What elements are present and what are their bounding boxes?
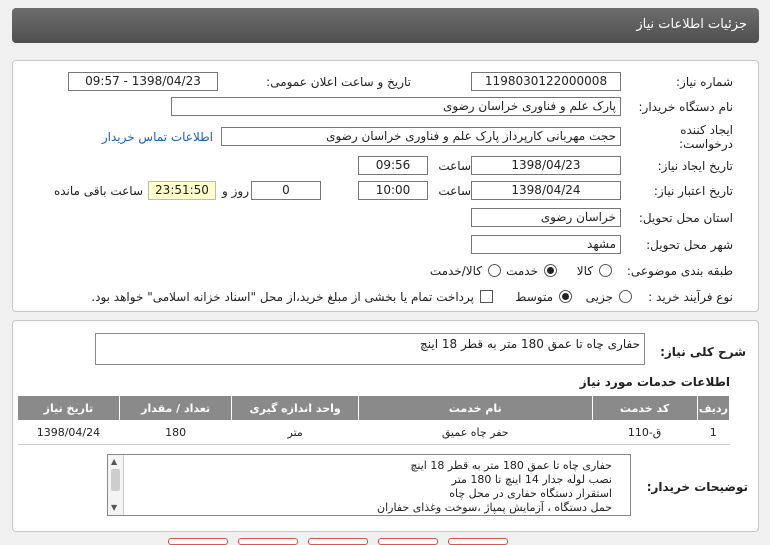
announce-datetime-field: 1398/04/23 - 09:57 [68,72,218,91]
category-radio-goods-service[interactable] [488,264,501,277]
buyer-notes-line: نصب لوله جدار 14 اینچ تا 180 متر [451,473,612,486]
creator-field: حجت مهربانی کارپرداز پارک علم و فناوری خ… [221,127,621,146]
cell-need-date: 1398/04/24 [17,420,120,445]
buyer-label: نام دستگاه خریدار: [638,100,734,114]
category-option-service: خدمت [506,264,538,278]
col-service-name: نام خدمت [357,395,593,421]
page-header: جزئیات اطلاعات نیاز [12,8,759,43]
scroll-up-icon[interactable]: ▲ [111,457,117,466]
buyer-notes-textarea[interactable]: حفاری چاه تا عمق 180 متر به قطر 18 اینچ … [107,454,631,516]
created-time-field: 09:56 [358,156,428,175]
province-label: استان محل تحویل: [638,211,733,225]
category-label: طبقه بندی موضوعی: [626,264,733,278]
col-need-date: تاریخ نیاز [17,395,120,421]
col-row: ردیف [696,395,731,421]
category-option-goods: کالا [576,264,593,278]
validity-date-field: 1398/04/24 [471,181,621,200]
need-number-field: 1198030122000008 [471,72,621,91]
need-number-label: شماره نیاز: [676,75,733,89]
summary-text: حفاری چاه تا عمق 180 متر به قطر 18 اینچ [419,337,640,351]
buyer-notes-line: حفاری چاه تا عمق 180 متر به قطر 18 اینچ [410,459,612,472]
category-radio-goods[interactable] [599,264,612,277]
validity-time-field: 10:00 [358,181,428,200]
contact-buyer-link[interactable]: اطلاعات تماس خریدار [102,130,213,144]
days-label: روز و [222,184,249,198]
scroll-thumb[interactable] [111,469,120,491]
cell-quantity: 180 [119,420,232,445]
action-button-2[interactable] [238,538,298,545]
validity-date-label: تاریخ اعتبار نیاز: [653,184,733,198]
cell-unit: متر [231,420,359,445]
action-button-5[interactable] [448,538,508,545]
created-date-label: تاریخ ایجاد نیاز: [657,159,733,173]
category-option-goods-service: کالا/خدمت [429,264,482,278]
buyer-notes-line: حمل دستگاه ، آزمایش پمپاژ ،سوخت وغذای حف… [377,501,612,514]
process-radio-medium[interactable] [559,290,572,303]
action-button-1[interactable] [168,538,228,545]
time-remaining-field: 23:51:50 [148,181,216,200]
action-button-4[interactable] [378,538,438,545]
buyer-field: پارک علم و فناوری خراسان رضوی [171,97,621,116]
action-button-3[interactable] [308,538,368,545]
time-remaining-label: ساعت باقی مانده [53,184,143,198]
buyer-notes-label: توضیحات خریدار: [646,480,748,494]
services-header-row: ردیف کد خدمت نام خدمت واحد اندازه گیری ت… [17,395,731,421]
city-field: مشهد [471,235,621,254]
summary-label: شرح کلی نیاز: [660,345,746,359]
col-service-code: کد خدمت [591,395,698,421]
action-buttons-edge [0,538,770,545]
creator-label-line1: ایجاد کننده [680,123,733,137]
province-field: خراسان رضوی [471,208,621,227]
buyer-notes-scrollbar[interactable]: ▲ ▼ [108,455,124,515]
services-title: اطلاعات خدمات مورد نیاز [579,375,730,389]
creator-label-line2: درخواست: [679,137,733,151]
col-quantity: تعداد / مقدار [118,395,233,421]
page-title: جزئیات اطلاعات نیاز [636,17,747,32]
cell-service-name: حفر چاه عمیق [358,420,593,445]
announce-label: تاریخ و ساعت اعلان عمومی: [266,75,411,89]
created-time-label: ساعت [438,159,471,173]
need-info-panel: شماره نیاز: 1198030122000008 تاریخ و ساع… [12,60,759,312]
process-option-minor: جزیی [585,290,613,304]
scroll-down-icon[interactable]: ▼ [111,503,117,512]
treasury-payment-checkbox[interactable] [480,290,493,303]
created-date-field: 1398/04/23 [471,156,621,175]
process-option-medium: متوسط [515,290,553,304]
table-row: 1 ق-110 حفر چاه عمیق متر 180 1398/04/24 [17,420,730,445]
validity-time-label: ساعت [438,184,471,198]
process-label: نوع فرآیند خرید : [648,290,733,304]
cell-row: 1 [697,420,730,445]
col-unit: واحد اندازه گیری [231,395,359,421]
cell-service-code: ق-110 [592,420,698,445]
services-table: ردیف کد خدمت نام خدمت واحد اندازه گیری ت… [17,395,731,445]
buyer-notes-line: استقرار دستگاه حفاری در محل چاه [449,487,612,500]
category-radio-service[interactable] [544,264,557,277]
process-radio-minor[interactable] [619,290,632,303]
city-label: شهر محل تحویل: [646,238,733,252]
days-remaining-field: 0 [251,181,321,200]
summary-box: حفاری چاه تا عمق 180 متر به قطر 18 اینچ [95,333,645,365]
treasury-payment-note: پرداخت تمام یا بخشی از مبلغ خرید،از محل … [91,290,474,304]
